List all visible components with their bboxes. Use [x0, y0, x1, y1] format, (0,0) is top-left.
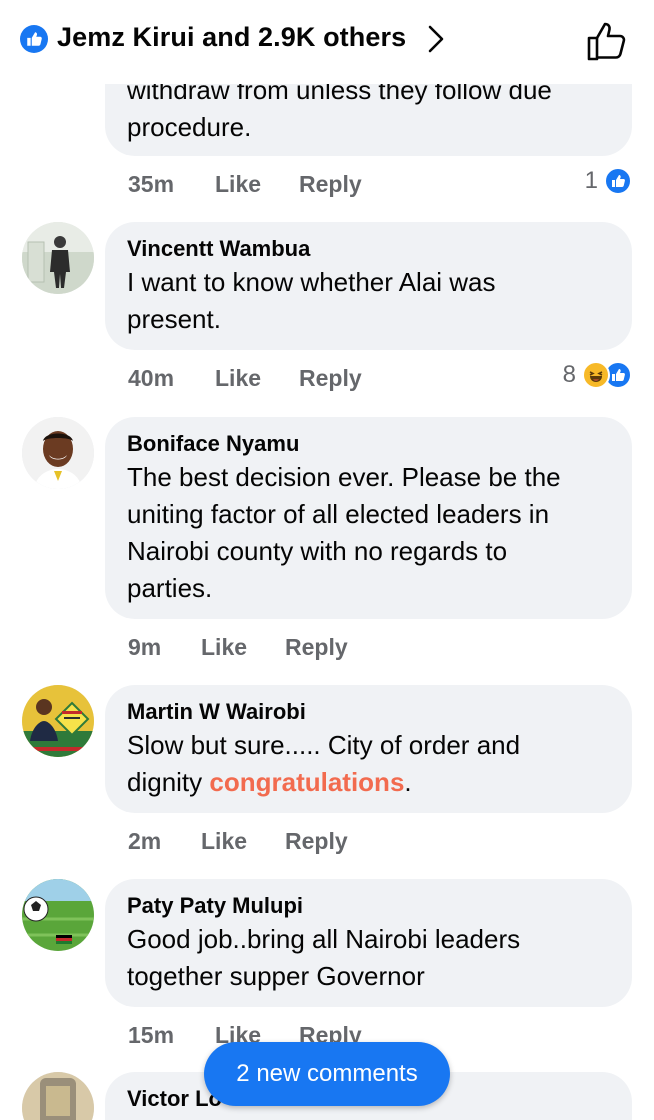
comment-text-line: parties.: [127, 573, 213, 603]
comment-author[interactable]: Boniface Nyamu: [127, 429, 610, 459]
reply-link[interactable]: Reply: [285, 826, 348, 856]
comment-reactions[interactable]: 8: [563, 360, 632, 390]
like-link[interactable]: Like: [215, 363, 261, 393]
reaction-count: 8: [562, 361, 576, 388]
reaction-count: 1: [584, 167, 598, 194]
comment-author[interactable]: Paty Paty Mulupi: [127, 891, 610, 921]
like-link[interactable]: Like: [201, 632, 247, 662]
comment-text-line: uniting factor of all elected leaders in: [127, 499, 550, 529]
comment-time: 9m: [128, 634, 162, 660]
comment-bubble[interactable]: Boniface Nyamu The best decision ever. P…: [105, 417, 632, 619]
new-comments-button[interactable]: 2 new comments: [204, 1042, 450, 1106]
comment-text-line: dignity congratulations.: [127, 764, 610, 801]
avatar[interactable]: [22, 685, 94, 757]
comment-bubble[interactable]: Paty Paty Mulupi Good job..bring all Nai…: [105, 879, 632, 1007]
comment-text-line: Nairobi county with no regards to: [127, 536, 508, 566]
reply-link[interactable]: Reply: [299, 363, 362, 393]
thumbs-up-outline-icon[interactable]: [586, 20, 630, 62]
comment-reactions[interactable]: 1: [585, 166, 632, 196]
comment-text-line: Slow but sure..... City of order and: [127, 730, 521, 760]
reactors-summary[interactable]: Jemz Kirui and 2.9K others: [57, 22, 406, 53]
haha-reaction-icon: [582, 361, 610, 389]
like-badge-icon: [20, 25, 48, 53]
like-link[interactable]: Like: [201, 826, 247, 856]
like-reaction-icon: [604, 167, 632, 195]
comment-text-line: The best decision ever. Please be the: [127, 462, 561, 492]
reply-link[interactable]: Reply: [285, 632, 348, 662]
comment-time: 40m: [128, 365, 175, 391]
avatar[interactable]: [22, 1072, 94, 1120]
like-link[interactable]: Like: [215, 169, 261, 199]
comment-text-line: together supper Governor: [127, 961, 425, 991]
chevron-right-icon[interactable]: [424, 22, 448, 56]
comment-text-line: Good job..bring all Nairobi leaders: [127, 924, 521, 954]
avatar[interactable]: [22, 417, 94, 489]
comment-text-line: present.: [127, 304, 221, 334]
highlighted-word[interactable]: congratulations: [209, 767, 404, 797]
comment-bubble[interactable]: Martin W Wairobi Slow but sure..... City…: [105, 685, 632, 813]
comment-text-line: I want to know whether Alai was: [127, 267, 496, 297]
comment-time: 2m: [128, 828, 162, 854]
comment-author[interactable]: Martin W Wairobi: [127, 697, 610, 727]
comment-text-suffix: .: [404, 767, 412, 797]
comment-time: 35m: [128, 171, 175, 197]
comment-time: 15m: [128, 1022, 175, 1048]
comment-text-prefix: dignity: [127, 767, 210, 797]
comment-feed[interactable]: withdraw from unless they follow due pro…: [0, 0, 654, 1120]
avatar[interactable]: [22, 222, 94, 294]
comment-author[interactable]: Vincentt Wambua: [127, 234, 610, 264]
reply-link[interactable]: Reply: [299, 169, 362, 199]
reactions-header: Jemz Kirui and 2.9K others: [0, 0, 654, 84]
avatar[interactable]: [22, 879, 94, 951]
comment-bubble[interactable]: Vincentt Wambua I want to know whether A…: [105, 222, 632, 350]
comment-text-line: procedure.: [127, 112, 252, 142]
